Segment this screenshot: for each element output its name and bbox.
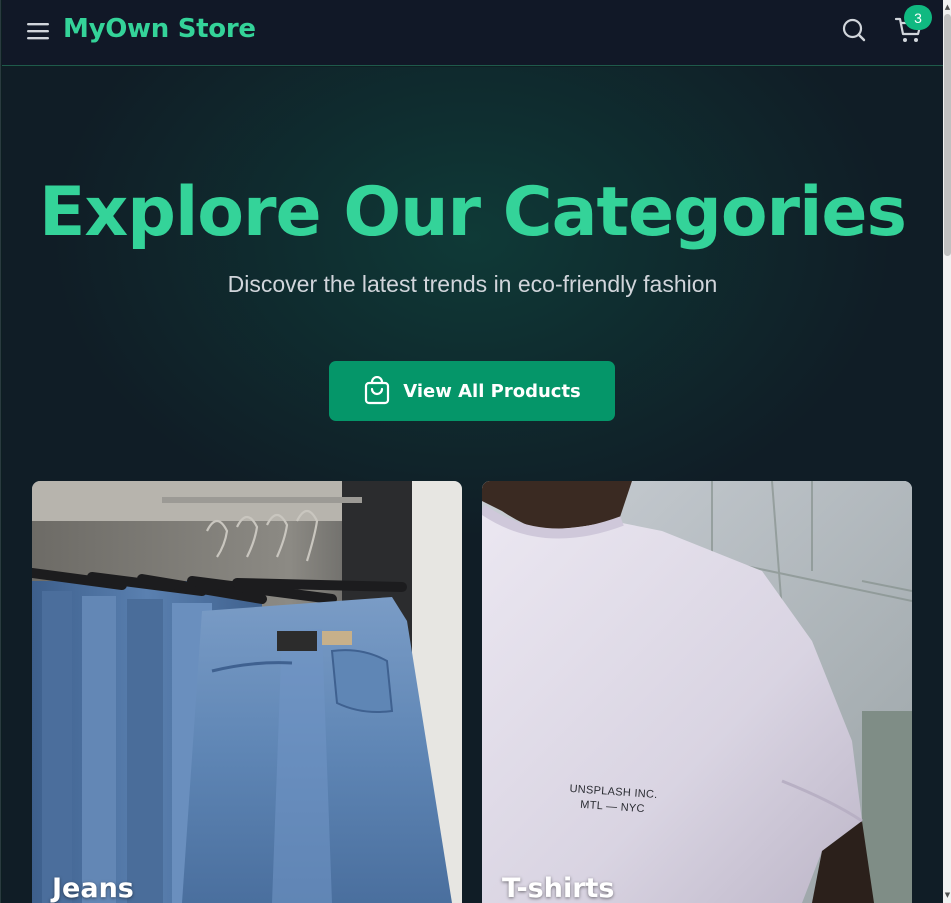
page-scrollbar[interactable]: ▲ ▼ — [943, 0, 951, 903]
shopping-bag-icon — [365, 376, 390, 405]
scroll-thumb[interactable] — [944, 14, 951, 256]
hero-subtitle: Discover the latest trends in eco-friend… — [227, 271, 718, 297]
view-all-products-label: View All Products — [403, 380, 581, 402]
store-logo[interactable]: MyOwn Store — [63, 14, 256, 44]
search-icon — [842, 18, 866, 42]
hero-title: Explore Our Categories — [38, 173, 907, 252]
tshirt-photo — [482, 481, 912, 903]
hero-section: Explore Our Categories Discover the late… — [2, 67, 943, 903]
category-label-tshirts: T-shirts — [502, 873, 615, 903]
site-header: MyOwn Store — [2, 0, 943, 66]
view-all-products-button[interactable]: View All Products — [329, 361, 615, 421]
search-button[interactable] — [839, 15, 869, 45]
scroll-up-arrow-icon[interactable]: ▲ — [943, 1, 951, 13]
menu-button[interactable] — [24, 18, 52, 44]
cart-count-badge: 3 — [904, 5, 932, 30]
category-card-jeans[interactable]: Jeans — [32, 481, 462, 903]
hamburger-menu-icon — [27, 23, 49, 40]
category-card-tshirts[interactable]: UNSPLASH INC. MTL — NYC T-shirts — [482, 481, 912, 903]
browser-viewport: MyOwn Store 3 Explore Our Categories Dis… — [0, 0, 951, 903]
jeans-photo — [32, 481, 462, 903]
category-label-jeans: Jeans — [52, 873, 134, 903]
scroll-down-arrow-icon[interactable]: ▼ — [943, 889, 951, 901]
